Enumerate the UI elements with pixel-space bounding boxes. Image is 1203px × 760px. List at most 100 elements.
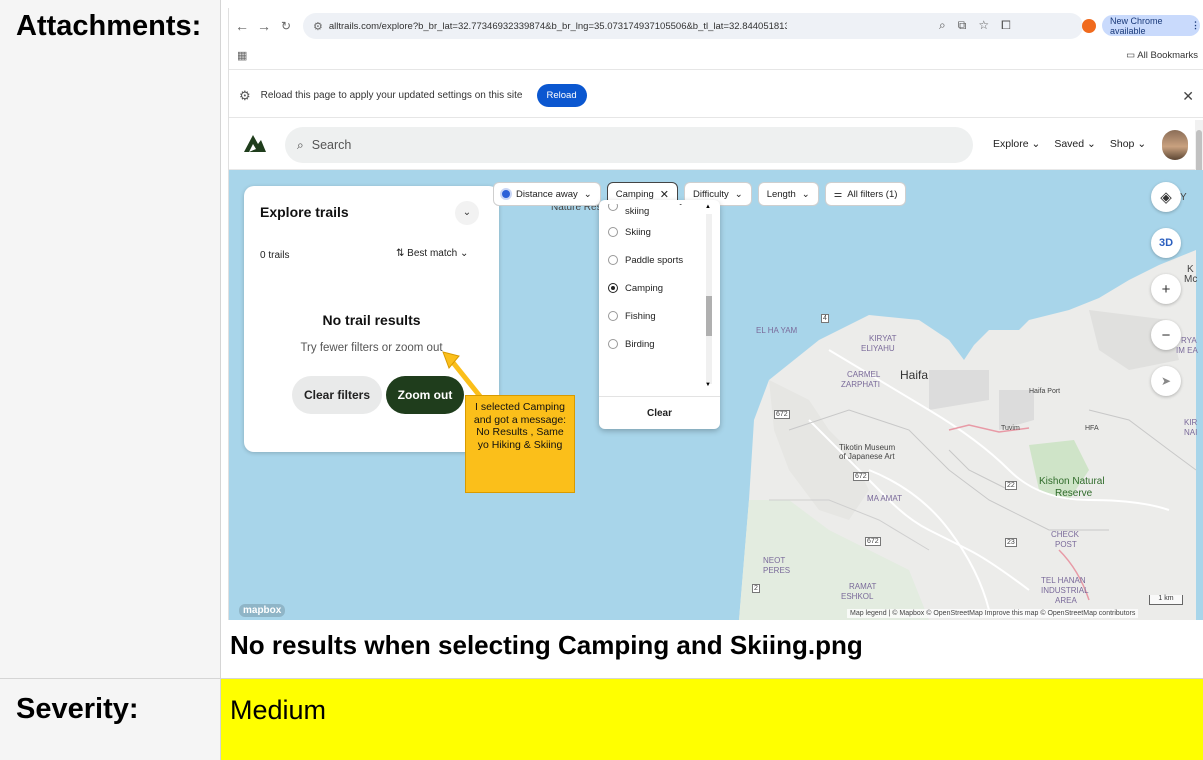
sort-label: Best match [407,248,458,259]
dropdown-clear-button[interactable]: Clear [599,408,720,419]
map-scale: 1 km [1149,595,1183,605]
attachment-caption: No results when selecting Camping and Sk… [230,630,863,660]
all-filters-chip[interactable]: ⚌ All filters (1) [824,182,907,206]
url-text: alltrails.com/explore?b_br_lat=32.773469… [328,20,787,32]
radio-button[interactable] [608,204,618,211]
menu-saved[interactable]: Saved ⌄ [1054,138,1096,150]
alltrails-logo-icon[interactable] [243,132,267,154]
mapbox-logo[interactable]: mapbox [239,604,286,617]
map-label-rya: RYA [1181,336,1197,345]
map-attribution[interactable]: Map legend | © Mapbox © OpenStreetMap Im… [847,609,1139,618]
site-settings-icon[interactable]: ⚙ [313,20,323,33]
scroll-down-arrow-icon[interactable]: ▼ [705,382,711,388]
zoom-out-icon[interactable]: − [1151,320,1181,350]
severity-value-cell: Medium [221,679,1203,760]
infobar-message: Reload this page to apply your updated s… [260,90,523,101]
bookmark-star-icon[interactable]: ☆ [978,18,989,33]
user-avatar[interactable] [1162,130,1188,160]
map-view[interactable]: Nature Res Haifa Haifa Port CARMEL ZARPH… [229,170,1203,620]
road-shield-672: 672 [774,410,790,419]
all-bookmarks-button[interactable]: ▭ All Bookmarks [1126,50,1198,61]
zoom-in-icon[interactable]: + [1151,274,1181,304]
activity-option-label: Paddle sports [625,254,684,266]
activity-option-label: Cross-country skiing [625,204,684,217]
bookmarks-bar: ▦ ▭ All Bookmarks [229,44,1203,70]
map-label-tel-hanan: TEL HANAN [1041,576,1086,585]
radio-button[interactable] [608,311,618,321]
reload-icon[interactable]: ↻ [277,19,295,33]
remove-filter-close-icon[interactable]: ✕ [660,188,669,201]
activity-option-birding[interactable]: Birding [599,330,711,358]
activity-option-fishing[interactable]: Fishing [599,302,711,330]
length-chip[interactable]: Length ⌄ [757,182,819,206]
scroll-up-arrow-icon[interactable]: ▲ [705,204,711,210]
close-icon[interactable]: ✕ [1182,88,1194,105]
menu-explore-label: Explore [993,138,1029,150]
road-shield-672: 672 [853,472,869,481]
activity-option-label: Skiing [625,226,651,238]
apps-grid-icon[interactable]: ▦ [237,49,247,62]
activity-option-label: Birding [625,338,655,350]
sort-dropdown[interactable]: ⇅ Best match ⌄ [396,248,468,259]
activity-option-skiing[interactable]: Skiing [599,218,711,246]
lens-icon[interactable]: ⌕ [939,18,946,33]
search-input[interactable]: ⌕ Search [285,127,973,163]
address-bar-icons: ⌕ ⧉ ☆ ⧠ [939,18,1011,33]
attachments-label-cell: Attachments: [0,0,221,679]
road-shield-22: 22 [1005,481,1017,490]
map-label-peres: PERES [763,566,791,575]
install-icon[interactable]: ⧉ [958,18,967,33]
map-label-el-hayam: EL HA YAM [756,326,798,335]
radio-button-selected[interactable] [608,283,618,293]
sliders-icon: ⚌ [833,188,843,200]
chevron-down-icon: ⌄ [734,188,743,200]
dropdown-scrollbar[interactable]: ▲ ▼ [705,204,713,390]
search-icon: ⌕ [297,137,304,152]
map-label-eshkol: ESHKOL [841,592,874,601]
map-label-carmel: CARMEL [847,370,881,379]
map-label-kishon: Kishon Natural [1039,476,1105,487]
map-label-haifa-port: Haifa Port [1029,388,1061,395]
length-label: Length [766,188,796,200]
search-placeholder: Search [311,138,352,152]
divider [599,396,720,397]
sort-arrows-icon: ⇅ [396,248,405,259]
radio-button[interactable] [608,227,618,237]
extensions-icon[interactable]: ⧠ [1001,18,1011,33]
menu-shop-label: Shop [1109,138,1135,150]
activity-option-paddle-sports[interactable]: Paddle sports [599,246,711,274]
distance-away-chip[interactable]: Distance away ⌄ [493,182,601,206]
activity-dropdown: Cross-country skiing Skiing Paddle sport… [599,200,720,429]
no-results-heading: No trail results [322,312,421,328]
back-icon[interactable]: ← [233,18,251,34]
clear-filters-button[interactable]: Clear filters [292,376,382,414]
profile-icon[interactable] [1082,19,1096,33]
new-chrome-button[interactable]: New Chrome available ⋮ [1102,15,1200,36]
locate-icon[interactable]: ➤ [1151,366,1181,396]
radio-button[interactable] [608,255,618,265]
activity-option-label: Camping [625,282,664,294]
map-label-ma-amat: MA AMAT [867,494,902,503]
menu-explore[interactable]: Explore ⌄ [993,138,1040,150]
location-dot-icon [502,190,510,198]
chevron-down-icon: ⌄ [1087,138,1096,150]
radio-button[interactable] [608,339,618,349]
header-menu: Explore ⌄ Saved ⌄ Shop ⌄ [993,138,1146,150]
map-label-hfa: HFA [1085,425,1099,432]
3d-toggle-button[interactable]: 3D [1151,228,1181,258]
map-label-neot: NEOT [763,556,786,565]
map-label-reserve: Reserve [1055,488,1093,499]
panel-title: Explore trails [260,204,349,220]
activity-option[interactable]: Cross-country skiing [599,204,711,218]
collapse-panel-chevron-icon[interactable]: ⌄ [455,201,479,225]
scrollbar-thumb[interactable] [706,296,712,336]
reload-button[interactable]: Reload [536,84,587,107]
layers-icon[interactable]: ◈ [1151,182,1181,212]
map-label-zarphati: ZARPHATI [841,380,880,389]
map-label-tikotin: Tikotin Museum [839,443,896,452]
map-label-kir: KIR [1184,418,1198,427]
menu-shop[interactable]: Shop ⌄ [1110,138,1146,150]
trail-count: 0 trails [260,250,290,261]
activity-option-camping[interactable]: Camping [599,274,711,302]
forward-icon[interactable]: → [255,18,273,34]
